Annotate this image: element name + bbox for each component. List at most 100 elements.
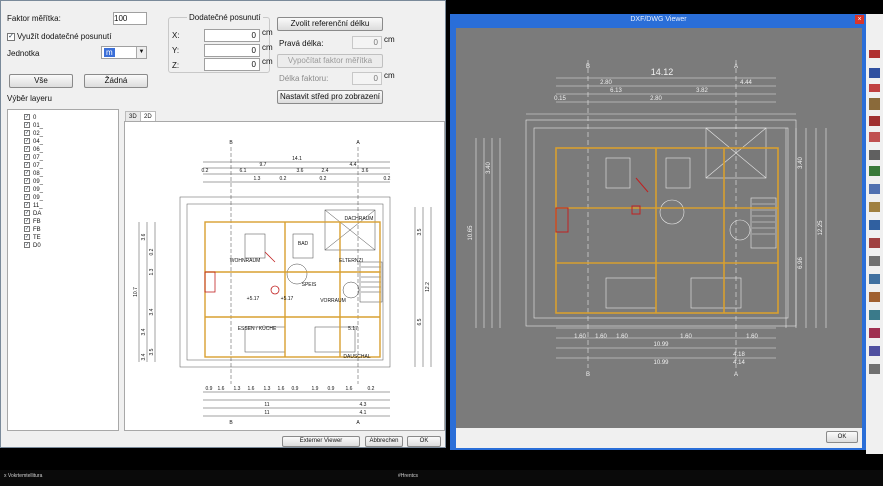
layer-checkbox[interactable]: ✓: [24, 114, 30, 121]
layer-label: 07_: [33, 155, 44, 161]
layer-checkbox[interactable]: ✓: [24, 122, 30, 129]
cancel-button[interactable]: Abbrechen: [365, 436, 403, 447]
preview-dim-label: 10.7: [133, 287, 139, 297]
preview-dim-label: 0.2: [149, 248, 155, 255]
viewer-dim-label: 1.60: [616, 334, 628, 340]
right-toolbar-strip: [866, 14, 883, 454]
viewer-ok-button[interactable]: OK: [826, 431, 858, 443]
layer-checkbox[interactable]: ✓: [24, 202, 30, 209]
plan-preview[interactable]: 14.1 9.7 4.4 6.1 3.6 2.4 3.6 0.2 0.2 0.2 0.2 1.3 0.9…: [124, 121, 445, 431]
layer-checkbox[interactable]: ✓: [24, 138, 30, 145]
ok-button[interactable]: OK: [407, 436, 441, 447]
y-offset-input[interactable]: 0: [204, 44, 260, 57]
viewer-dim-label: 3.82: [696, 88, 708, 94]
layer-item[interactable]: ✓ TE: [24, 234, 41, 242]
x-offset-input[interactable]: 0: [204, 29, 260, 42]
viewer-dim-label: 3.40: [798, 157, 804, 169]
layer-item[interactable]: ✓ FB: [24, 218, 41, 226]
layer-label: 06_: [33, 147, 44, 153]
layer-label: 0: [33, 115, 37, 121]
layer-item[interactable]: ✓ 07_: [24, 162, 43, 170]
x-label: X:: [172, 31, 180, 40]
preview-dim-label: 2.4: [322, 168, 329, 174]
layer-label: 09_: [33, 195, 44, 201]
compute-scale-factor-button[interactable]: Vypočítat faktor měřítka: [277, 54, 383, 68]
viewer-dim-label: 0.15: [554, 96, 566, 102]
layer-label: 02_: [33, 131, 44, 137]
preview-dim-label: 1.6: [346, 386, 353, 392]
viewer-dim-label: 12.25: [818, 220, 824, 236]
external-viewer-button[interactable]: Externer Viewer: [282, 436, 360, 447]
layer-item[interactable]: ✓ 0: [24, 114, 36, 122]
preview-dim-label: 1.3: [254, 176, 261, 182]
plan-preview-drawing: 14.1 9.7 4.4 6.1 3.6 2.4 3.6 0.2 0.2 0.2 0.2 1.3 0.9…: [133, 140, 432, 426]
taskbar: [0, 470, 883, 486]
preview-dim-label: 0.2: [384, 176, 391, 182]
chevron-down-icon[interactable]: ▼: [136, 47, 146, 58]
layer-checkbox[interactable]: ✓: [24, 186, 30, 193]
layer-checkbox[interactable]: ✓: [24, 218, 30, 225]
layer-checkbox[interactable]: ✓: [24, 194, 30, 201]
layer-item[interactable]: ✓ FB: [24, 226, 41, 234]
viewer-dim-label: 2.80: [650, 96, 662, 102]
select-no-layers-button[interactable]: Žádná: [84, 74, 148, 88]
factor-length-input[interactable]: 0: [352, 72, 382, 85]
layer-item[interactable]: ✓ 06_: [24, 146, 43, 154]
layer-item[interactable]: ✓ D0: [24, 242, 41, 250]
preview-dim-label: 0.2: [320, 176, 327, 182]
layer-checkbox[interactable]: ✓: [24, 154, 30, 161]
layer-item[interactable]: ✓ 07_: [24, 154, 43, 162]
viewer-dim-label: 3.40: [486, 162, 492, 174]
scale-factor-label: Faktor měřítka:: [7, 14, 61, 23]
choose-reference-length-button[interactable]: Zvolit referenční délku: [277, 17, 383, 31]
layer-item[interactable]: ✓ 08_: [24, 170, 43, 178]
layer-selection-label: Výběr layeru: [7, 94, 52, 103]
close-icon[interactable]: ×: [855, 15, 864, 24]
viewer-dim-label: 14.12: [651, 67, 674, 77]
viewer-canvas[interactable]: 14.12 2.80 4.44 6.13 3.82 2.80 0.15 10.99 10.99 4…: [456, 28, 862, 428]
layer-item[interactable]: ✓ 09_: [24, 186, 43, 194]
use-extra-offset-checkbox[interactable]: ✓: [7, 33, 15, 41]
layer-item[interactable]: ✓ 01_: [24, 122, 43, 130]
layer-checkbox[interactable]: ✓: [24, 146, 30, 153]
layer-label: 07_: [33, 163, 44, 169]
room-label: +5.17: [247, 296, 260, 302]
preview-dim-label: 3.6: [297, 168, 304, 174]
layer-checkbox[interactable]: ✓: [24, 130, 30, 137]
layer-item[interactable]: ✓ 02_: [24, 130, 43, 138]
select-all-layers-button[interactable]: Vše: [9, 74, 73, 88]
z-offset-input[interactable]: 0: [204, 58, 260, 71]
unit-label: Jednotka: [7, 49, 40, 58]
set-view-center-button[interactable]: Nastavit střed pro zobrazení: [277, 90, 383, 104]
room-label: ELTERNZI: [339, 258, 363, 264]
layer-checkbox[interactable]: ✓: [24, 178, 30, 185]
layer-checkbox[interactable]: ✓: [24, 234, 30, 241]
room-label: SPEIS: [302, 282, 317, 288]
layer-item[interactable]: ✓ 11_: [24, 202, 43, 210]
preview-dim-label: 0.9: [328, 386, 335, 392]
viewer-dim-label: 1.60: [574, 334, 586, 340]
scale-factor-input[interactable]: 100: [113, 12, 147, 25]
real-length-input[interactable]: 0: [352, 36, 382, 49]
layer-item[interactable]: ✓ DA: [24, 210, 41, 218]
preview-dim-label: 0.9: [206, 386, 213, 392]
layer-checkbox[interactable]: ✓: [24, 226, 30, 233]
z-unit: cm: [262, 57, 273, 66]
preview-dim-label: 1.3: [149, 268, 155, 275]
preview-dim-label: 3.6: [141, 233, 147, 240]
layer-label: FB: [33, 219, 41, 225]
layer-checkbox[interactable]: ✓: [24, 242, 30, 249]
x-unit: cm: [262, 28, 273, 37]
layer-list[interactable]: ✓ 0 ✓ 01_ ✓ 02_ ✓ 04_ ✓ 06_ ✓ 07_ ✓ 07_ ✓ 08_ ✓ 09_ ✓ 09_ ✓ 0…: [7, 109, 119, 431]
layer-item[interactable]: ✓ 04_: [24, 138, 43, 146]
layer-checkbox[interactable]: ✓: [24, 162, 30, 169]
layer-checkbox[interactable]: ✓: [24, 210, 30, 217]
layer-item[interactable]: ✓ 09_: [24, 194, 43, 202]
preview-dim-label: 6.5: [417, 318, 423, 325]
factor-length-unit: cm: [384, 71, 395, 80]
preview-dim-label: 1.3: [234, 386, 241, 392]
layer-checkbox[interactable]: ✓: [24, 170, 30, 177]
unit-select[interactable]: m ▼: [101, 46, 147, 59]
layer-item[interactable]: ✓ 09_: [24, 178, 43, 186]
viewer-dim-label: 10.99: [653, 342, 669, 348]
